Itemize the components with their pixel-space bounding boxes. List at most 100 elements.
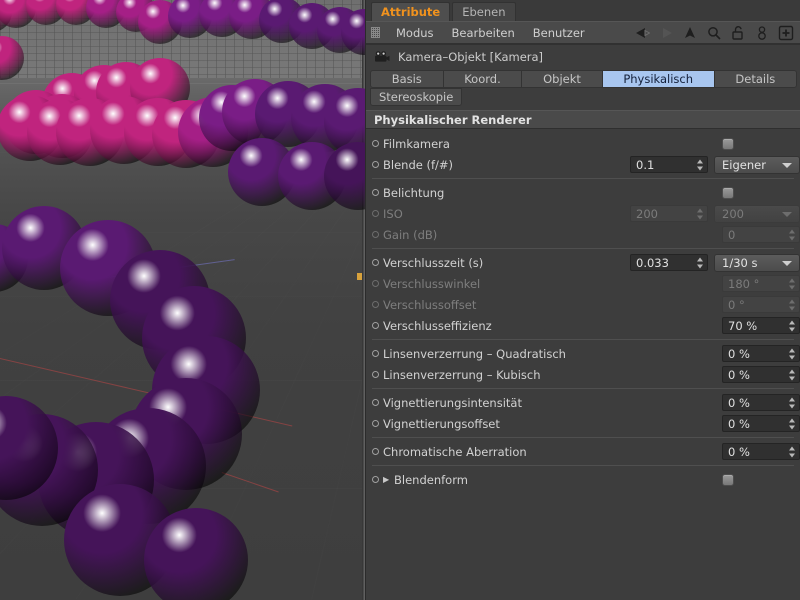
stepper-arrows-icon[interactable] <box>696 208 703 219</box>
property-tabs: Basis Koord. Objekt Physikalisch Details… <box>366 69 800 106</box>
animation-track-icon[interactable] <box>372 161 379 168</box>
menu-bearbeiten[interactable]: Bearbeiten <box>443 23 524 43</box>
number-value: 0 % <box>728 444 750 459</box>
checkbox-slot <box>722 473 800 486</box>
number-field-vignettierungsintensitat[interactable]: 0 % <box>722 394 800 411</box>
tab-objekt[interactable]: Objekt <box>521 70 603 88</box>
number-field-linsenverzerrung-quadratisch[interactable]: 0 % <box>722 345 800 362</box>
tab-ebenen[interactable]: Ebenen <box>452 2 516 21</box>
add-box-icon[interactable] <box>778 25 794 41</box>
animation-track-icon[interactable] <box>372 259 379 266</box>
property-row-chromatische-aberration: Chromatische Aberration 0 % <box>366 441 800 462</box>
property-label: Belichtung <box>383 185 445 200</box>
property-row-verschlusszeit-s: Verschlusszeit (s) 0.033 1/30 s <box>366 252 800 273</box>
label-leader-dots <box>458 159 625 170</box>
animation-track-icon[interactable] <box>372 476 379 483</box>
checkbox-filmkamera[interactable] <box>722 137 734 150</box>
number-field-vignettierungsoffset[interactable]: 0 % <box>722 415 800 432</box>
property-label: Verschlussoffset <box>383 297 477 312</box>
section-header: Physikalischer Renderer <box>366 110 800 129</box>
group-divider <box>372 437 794 438</box>
property-row-verschlusswinkel: Verschlusswinkel 180 ° <box>366 273 800 294</box>
label-leader-dots <box>472 474 717 485</box>
animation-track-icon[interactable] <box>372 140 379 147</box>
number-field-verschlusszeit-s[interactable]: 0.033 <box>630 254 708 271</box>
number-value: 0 <box>728 227 736 242</box>
camera-icon <box>375 50 390 62</box>
number-field-verschlusseffizienz[interactable]: 70 % <box>722 317 800 334</box>
tab-details[interactable]: Details <box>713 70 797 88</box>
group-divider <box>372 465 794 466</box>
label-leader-dots <box>488 257 625 268</box>
animation-track-icon[interactable] <box>372 420 379 427</box>
property-control: 0 % <box>722 345 800 362</box>
attribute-manager-panel: Attribute Ebenen Modus Bearbeiten Benutz… <box>365 0 800 600</box>
group-divider <box>372 388 794 389</box>
number-field-blende-f[interactable]: 0.1 <box>630 156 708 173</box>
dropdown-iso[interactable]: 200 <box>714 204 800 223</box>
stepper-arrows-icon[interactable] <box>696 257 703 268</box>
animation-track-icon[interactable] <box>372 189 379 196</box>
label-leader-dots <box>449 187 717 198</box>
property-row-vignettierungsintensitat: Vignettierungsintensität 0 % <box>366 392 800 413</box>
property-row-linsenverzerrung-kubisch: Linsenverzerrung – Kubisch 0 % <box>366 364 800 385</box>
stepper-arrows-icon[interactable] <box>788 369 795 380</box>
expand-triangle-icon[interactable]: ▶ <box>383 475 392 484</box>
group-divider <box>372 248 794 249</box>
animation-track-icon[interactable] <box>372 301 379 308</box>
search-icon[interactable] <box>706 25 722 41</box>
tab-attribute[interactable]: Attribute <box>371 2 451 21</box>
animation-track-icon[interactable] <box>372 210 379 217</box>
property-label: Vignettierungsoffset <box>383 416 500 431</box>
person-icon[interactable] <box>754 25 770 41</box>
back-arrow-icon[interactable] <box>634 25 650 41</box>
label-leader-dots <box>545 369 717 380</box>
number-field-linsenverzerrung-kubisch[interactable]: 0 % <box>722 366 800 383</box>
animation-track-icon[interactable] <box>372 371 379 378</box>
animation-track-icon[interactable] <box>372 350 379 357</box>
stepper-arrows-icon[interactable] <box>788 397 795 408</box>
stepper-arrows-icon[interactable] <box>788 418 795 429</box>
number-field-verschlussoffset[interactable]: 0 ° <box>722 296 800 313</box>
stepper-arrows-icon[interactable] <box>788 299 795 310</box>
tab-stereoskopie[interactable]: Stereoskopie <box>370 88 463 106</box>
checkbox-blendenform[interactable] <box>722 473 734 486</box>
number-field-iso[interactable]: 200 <box>630 205 708 222</box>
tab-koord[interactable]: Koord. <box>442 70 523 88</box>
stepper-arrows-icon[interactable] <box>788 229 795 240</box>
stepper-arrows-icon[interactable] <box>788 348 795 359</box>
dropdown-verschlusszeit-s[interactable]: 1/30 s <box>714 253 800 272</box>
animation-track-icon[interactable] <box>372 231 379 238</box>
menu-modus[interactable]: Modus <box>387 23 443 43</box>
panel-menubar: Modus Bearbeiten Benutzer <box>366 21 800 43</box>
animation-track-icon[interactable] <box>372 399 379 406</box>
drag-grip-icon[interactable] <box>371 27 380 38</box>
forward-arrow-icon[interactable] <box>658 25 674 41</box>
property-control: 0.033 1/30 s <box>630 253 800 272</box>
stepper-arrows-icon[interactable] <box>696 159 703 170</box>
number-field-chromatische-aberration[interactable]: 0 % <box>722 443 800 460</box>
chevron-down-icon <box>782 162 792 168</box>
checkbox-belichtung[interactable] <box>722 186 734 199</box>
property-label: Vignettierungsintensität <box>383 395 522 410</box>
property-control: 0 % <box>722 443 800 460</box>
stepper-arrows-icon[interactable] <box>788 446 795 457</box>
property-row-filmkamera: Filmkamera <box>366 133 800 154</box>
tab-physikalisch[interactable]: Physikalisch <box>601 70 715 88</box>
dropdown-blende-f[interactable]: Eigener <box>714 155 800 174</box>
3d-viewport[interactable] <box>0 0 365 600</box>
number-field-gain-db[interactable]: 0 <box>722 226 800 243</box>
menu-benutzer[interactable]: Benutzer <box>524 23 594 43</box>
unlock-icon[interactable] <box>730 25 746 41</box>
stepper-arrows-icon[interactable] <box>788 320 795 331</box>
animation-track-icon[interactable] <box>372 322 379 329</box>
animation-track-icon[interactable] <box>372 448 379 455</box>
number-field-verschlusswinkel[interactable]: 180 ° <box>722 275 800 292</box>
number-value: 0 % <box>728 367 750 382</box>
animation-track-icon[interactable] <box>372 280 379 287</box>
property-control: 0 ° <box>722 296 800 313</box>
up-arrow-icon[interactable] <box>682 25 698 41</box>
stepper-arrows-icon[interactable] <box>788 278 795 289</box>
tab-basis[interactable]: Basis <box>370 70 444 88</box>
property-control: 180 ° <box>722 275 800 292</box>
